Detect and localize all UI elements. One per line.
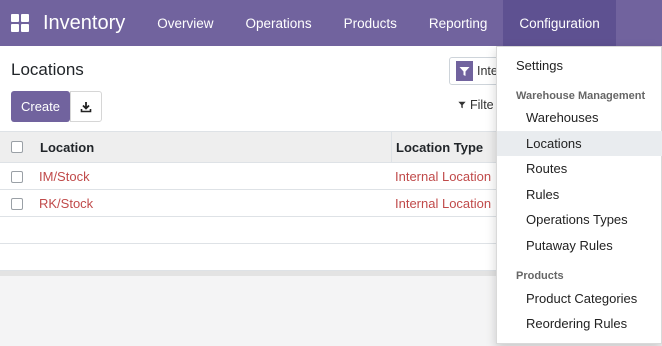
filters-label: Filte — [470, 98, 494, 112]
nav-overview[interactable]: Overview — [141, 0, 229, 46]
menu-item-putaway-rules[interactable]: Putaway Rules — [497, 233, 662, 258]
filter-icon — [458, 101, 466, 109]
row-location[interactable]: IM/Stock — [39, 169, 90, 184]
menu-item-reordering-rules[interactable]: Reordering Rules — [497, 311, 662, 336]
menu-item-product-categories[interactable]: Product Categories — [497, 286, 662, 311]
menu-item-routes[interactable]: Routes — [497, 156, 662, 181]
menu-item-rules[interactable]: Rules — [497, 182, 662, 207]
download-icon — [80, 101, 92, 112]
apps-grid-icon[interactable] — [11, 14, 29, 32]
row-location-type[interactable]: Internal Location — [395, 169, 491, 184]
menu-item-warehouses[interactable]: Warehouses — [497, 105, 662, 130]
page-title: Locations — [11, 60, 84, 79]
column-header-location[interactable]: Location — [40, 140, 94, 155]
menu-item-operations-types[interactable]: Operations Types — [497, 207, 662, 232]
nav-configuration[interactable]: Configuration — [503, 0, 616, 46]
filter-icon — [456, 61, 473, 81]
menu-section-products: Products — [516, 270, 564, 282]
menu-item-settings[interactable]: Settings — [497, 53, 662, 78]
select-all-checkbox[interactable] — [11, 141, 23, 153]
row-checkbox[interactable] — [11, 198, 23, 210]
download-button[interactable] — [70, 91, 102, 122]
search-facet-label: Inte — [477, 64, 498, 78]
nav-products[interactable]: Products — [328, 0, 413, 46]
app-brand[interactable]: Inventory — [43, 12, 125, 35]
column-divider[interactable] — [391, 132, 392, 162]
column-header-location-type[interactable]: Location Type — [396, 140, 483, 155]
nav-reporting[interactable]: Reporting — [413, 0, 504, 46]
menu-section-warehouse-management: Warehouse Management — [516, 90, 646, 102]
nav-operations[interactable]: Operations — [230, 0, 328, 46]
row-location-type[interactable]: Internal Location — [395, 196, 491, 211]
top-navbar: Inventory Overview Operations Products R… — [0, 0, 662, 46]
create-button[interactable]: Create — [11, 91, 70, 122]
row-checkbox[interactable] — [11, 171, 23, 183]
filters-button[interactable]: Filte — [458, 98, 494, 112]
row-location[interactable]: RK/Stock — [39, 196, 93, 211]
menu-item-locations[interactable]: Locations — [497, 131, 662, 156]
configuration-dropdown: Settings Warehouse Management Warehouses… — [496, 46, 662, 344]
